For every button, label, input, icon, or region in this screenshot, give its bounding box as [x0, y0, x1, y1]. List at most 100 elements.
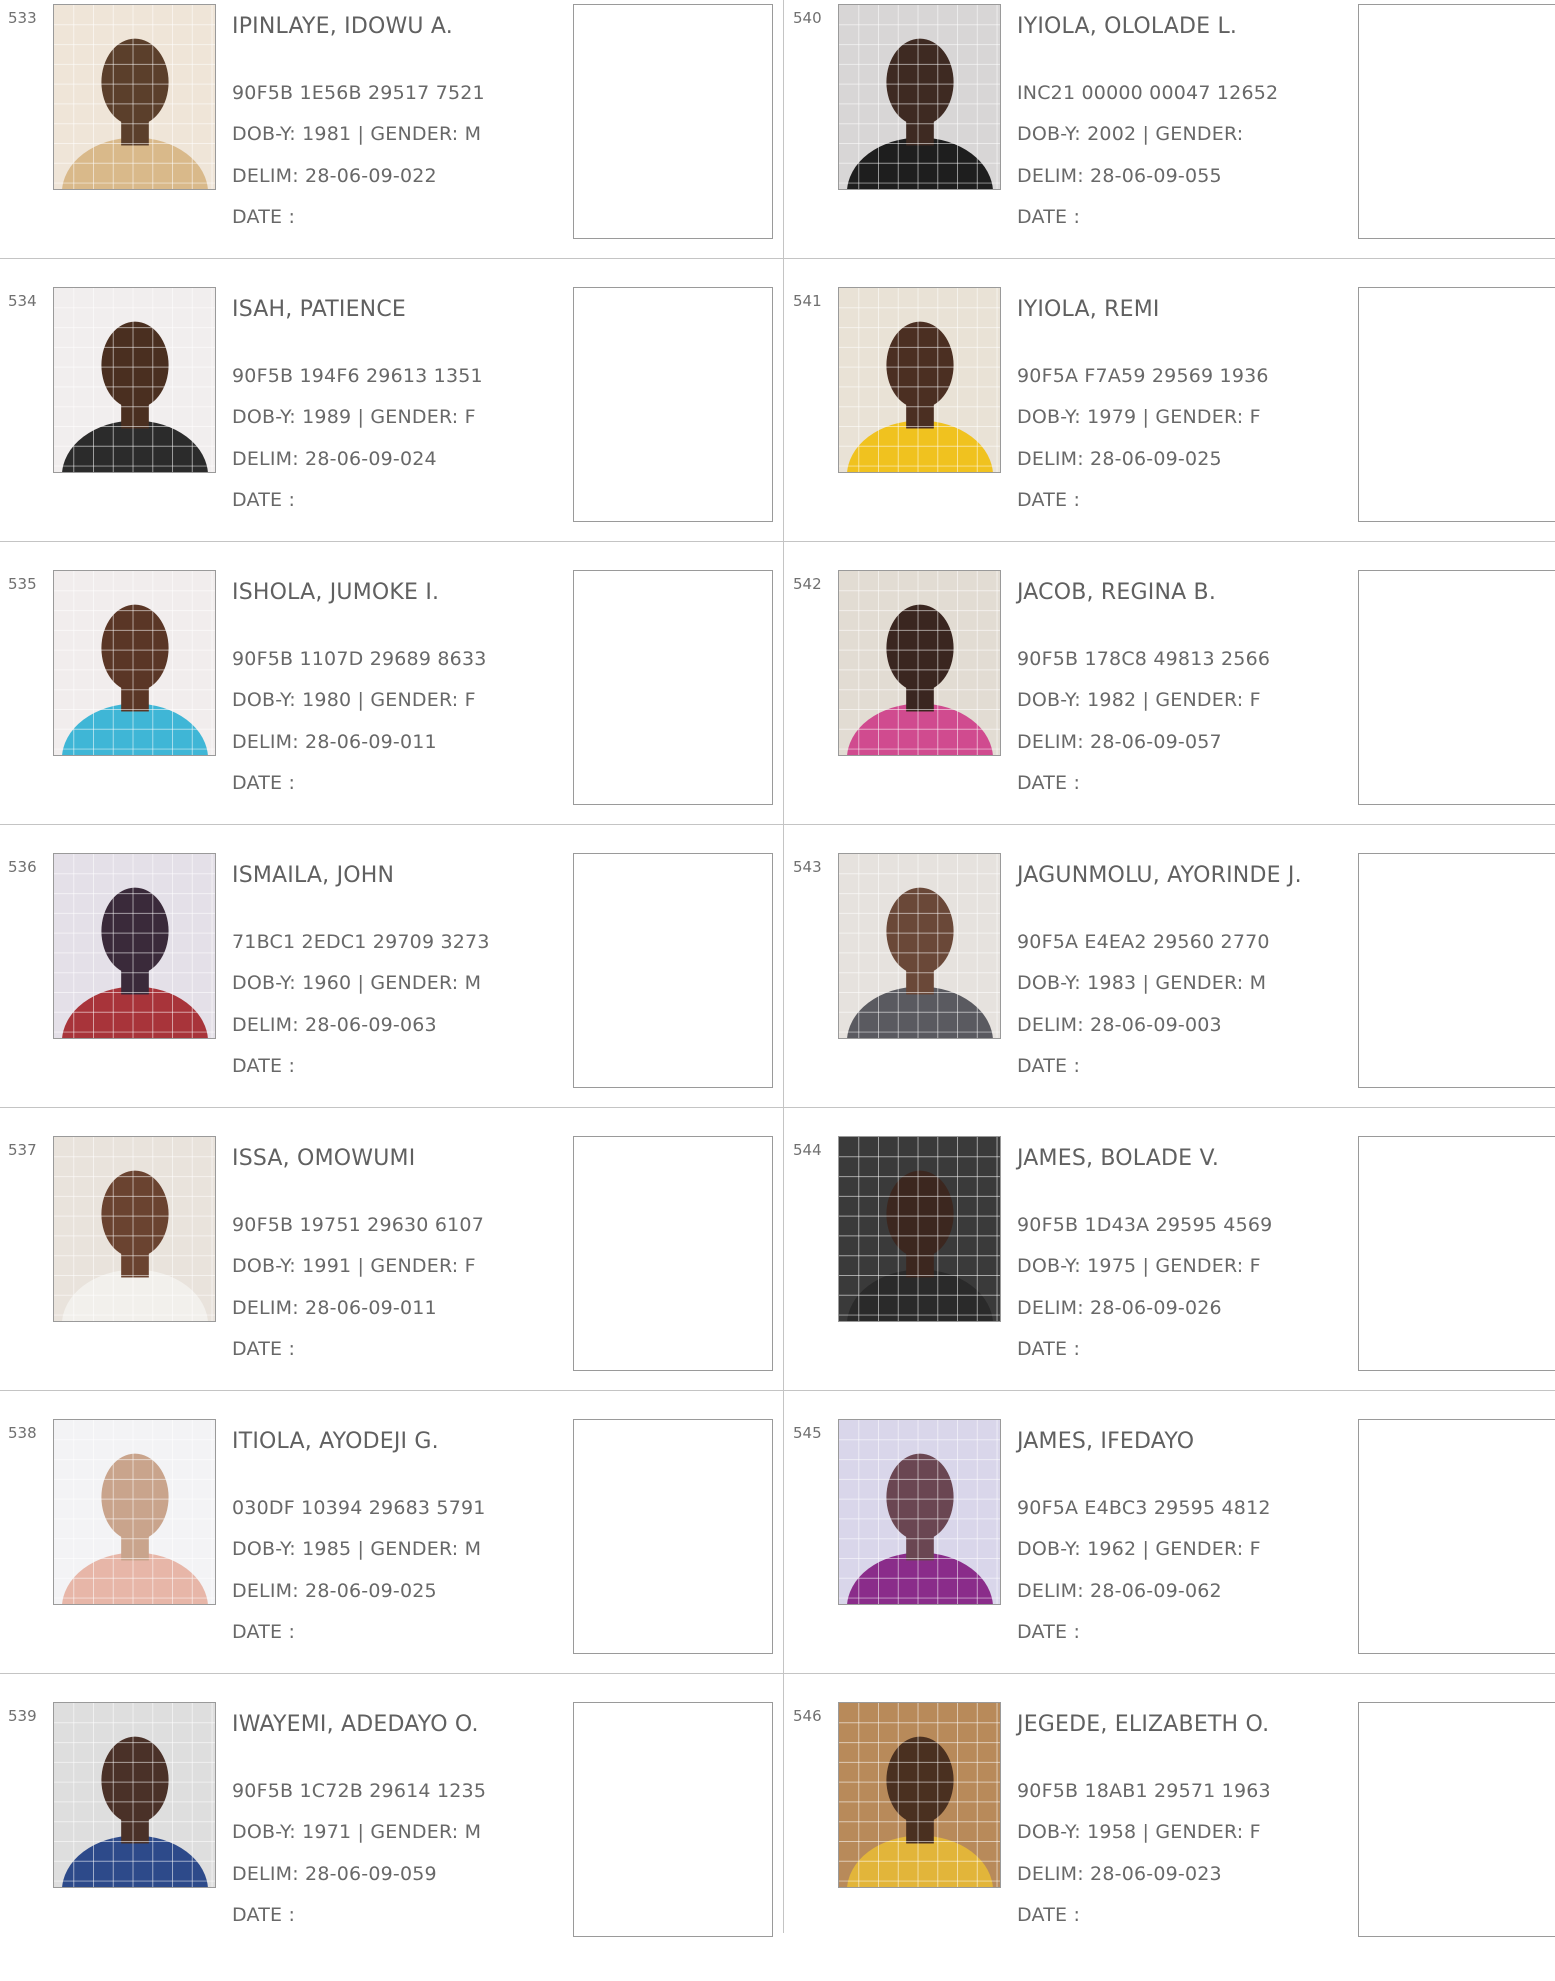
date-label: DATE : — [1017, 1055, 1081, 1077]
thumbprint-box — [1358, 853, 1555, 1088]
voter-entry: 544 JAMES, BOLADE V. 90F5B 1D43A 29595 456… — [785, 1132, 1555, 1415]
portrait-image — [839, 1137, 1000, 1321]
date-label: DATE : — [232, 489, 296, 511]
portrait-image — [839, 288, 1000, 472]
voter-entry: 533 IPINLAYE, IDOWU A. 90F5B 1E56B 29517 7… — [0, 0, 782, 283]
thumbprint-box — [1358, 1702, 1555, 1937]
serial-number: 545 — [793, 1424, 822, 1442]
dob-gender: DOB-Y: 1975 | GENDER: F — [1017, 1255, 1261, 1277]
delimitation-code: DELIM: 28-06-09-025 — [1017, 448, 1222, 470]
voter-entry: 539 IWAYEMI, ADEDAYO O. 90F5B 1C72B 29614 … — [0, 1698, 782, 1981]
voter-name: JAMES, BOLADE V. — [1017, 1146, 1220, 1171]
delimitation-code: DELIM: 28-06-09-003 — [1017, 1014, 1222, 1036]
voter-entry: 538 ITIOLA, AYODEJI G. 030DF 10394 29683 5… — [0, 1415, 782, 1698]
portrait-image — [54, 571, 215, 755]
delimitation-code: DELIM: 28-06-09-024 — [232, 448, 437, 470]
thumbprint-box — [573, 287, 773, 522]
thumbprint-box — [573, 853, 773, 1088]
portrait-image — [54, 1420, 215, 1604]
serial-number: 540 — [793, 9, 822, 27]
portrait-image — [54, 1137, 215, 1321]
voter-name: JAGUNMOLU, AYORINDE J. — [1017, 863, 1302, 888]
portrait-image — [54, 5, 215, 189]
voter-id-number: 90F5B 194F6 29613 1351 — [232, 365, 483, 387]
dob-gender: DOB-Y: 1982 | GENDER: F — [1017, 689, 1261, 711]
thumbprint-box — [573, 570, 773, 805]
voter-entry: 540 IYIOLA, OLOLADE L. INC21 00000 00047 1… — [785, 0, 1555, 283]
thumbprint-box — [573, 1702, 773, 1937]
row-divider — [0, 1390, 1555, 1391]
voter-photo — [838, 853, 1001, 1039]
voter-name: JAMES, IFEDAYO — [1017, 1429, 1195, 1454]
delimitation-code: DELIM: 28-06-09-022 — [232, 165, 437, 187]
date-label: DATE : — [1017, 1904, 1081, 1926]
voter-id-number: 90F5B 1C72B 29614 1235 — [232, 1780, 487, 1802]
thumbprint-box — [1358, 4, 1555, 239]
date-label: DATE : — [1017, 772, 1081, 794]
thumbprint-box — [1358, 1419, 1555, 1654]
voter-name: IWAYEMI, ADEDAYO O. — [232, 1712, 479, 1737]
serial-number: 537 — [8, 1141, 37, 1159]
voter-id-number: 90F5B 19751 29630 6107 — [232, 1214, 484, 1236]
serial-number: 538 — [8, 1424, 37, 1442]
portrait-image — [54, 1703, 215, 1887]
dob-gender: DOB-Y: 1971 | GENDER: M — [232, 1821, 482, 1843]
serial-number: 536 — [8, 858, 37, 876]
portrait-image — [839, 854, 1000, 1038]
date-label: DATE : — [232, 772, 296, 794]
voter-photo — [53, 570, 216, 756]
voter-entry: 537 ISSA, OMOWUMI 90F5B 19751 29630 6107 DO… — [0, 1132, 782, 1415]
delimitation-code: DELIM: 28-06-09-025 — [232, 1580, 437, 1602]
voter-name: ISHOLA, JUMOKE I. — [232, 580, 440, 605]
date-label: DATE : — [232, 1055, 296, 1077]
serial-number: 541 — [793, 292, 822, 310]
voter-entry: 541 IYIOLA, REMI 90F5A F7A59 29569 1936 DOB… — [785, 283, 1555, 566]
dob-gender: DOB-Y: 1989 | GENDER: F — [232, 406, 476, 428]
thumbprint-box — [1358, 287, 1555, 522]
serial-number: 533 — [8, 9, 37, 27]
dob-gender: DOB-Y: 1983 | GENDER: M — [1017, 972, 1267, 994]
voter-name: IPINLAYE, IDOWU A. — [232, 14, 453, 39]
date-label: DATE : — [232, 1338, 296, 1360]
voter-photo — [53, 853, 216, 1039]
voter-name: JACOB, REGINA B. — [1017, 580, 1217, 605]
delimitation-code: DELIM: 28-06-09-026 — [1017, 1297, 1222, 1319]
voter-id-number: INC21 00000 00047 12652 — [1017, 82, 1279, 104]
voter-photo — [838, 1702, 1001, 1888]
voter-entry: 535 ISHOLA, JUMOKE I. 90F5B 1107D 29689 86… — [0, 566, 782, 849]
voter-id-number: 90F5A E4EA2 29560 2770 — [1017, 931, 1270, 953]
voter-name: ISSA, OMOWUMI — [232, 1146, 416, 1171]
thumbprint-box — [1358, 570, 1555, 805]
dob-gender: DOB-Y: 1962 | GENDER: F — [1017, 1538, 1261, 1560]
voter-name: IYIOLA, OLOLADE L. — [1017, 14, 1238, 39]
voter-photo — [53, 1136, 216, 1322]
dob-gender: DOB-Y: 1981 | GENDER: M — [232, 123, 482, 145]
portrait-image — [54, 854, 215, 1038]
row-divider — [0, 541, 1555, 542]
delimitation-code: DELIM: 28-06-09-057 — [1017, 731, 1222, 753]
date-label: DATE : — [1017, 1621, 1081, 1643]
voter-id-number: 90F5A E4BC3 29595 4812 — [1017, 1497, 1271, 1519]
voter-name: ISMAILA, JOHN — [232, 863, 395, 888]
serial-number: 546 — [793, 1707, 822, 1725]
thumbprint-box — [573, 1136, 773, 1371]
voter-id-number: 90F5B 1E56B 29517 7521 — [232, 82, 485, 104]
thumbprint-box — [1358, 1136, 1555, 1371]
thumbprint-box — [573, 1419, 773, 1654]
dob-gender: DOB-Y: 1979 | GENDER: F — [1017, 406, 1261, 428]
delimitation-code: DELIM: 28-06-09-023 — [1017, 1863, 1222, 1885]
portrait-image — [839, 571, 1000, 755]
serial-number: 543 — [793, 858, 822, 876]
voter-roster-page: 533 IPINLAYE, IDOWU A. 90F5B 1E56B 29517 7… — [0, 0, 1555, 1937]
voter-name: ISAH, PATIENCE — [232, 297, 406, 322]
voter-entry: 546 JEGEDE, ELIZABETH O. 90F5B 18AB1 29571… — [785, 1698, 1555, 1981]
serial-number: 534 — [8, 292, 37, 310]
delimitation-code: DELIM: 28-06-09-011 — [232, 731, 437, 753]
voter-name: IYIOLA, REMI — [1017, 297, 1160, 322]
voter-photo — [53, 4, 216, 190]
dob-gender: DOB-Y: 1991 | GENDER: F — [232, 1255, 476, 1277]
serial-number: 544 — [793, 1141, 822, 1159]
serial-number: 542 — [793, 575, 822, 593]
portrait-image — [839, 5, 1000, 189]
voter-entry: 534 ISAH, PATIENCE 90F5B 194F6 29613 1351 D… — [0, 283, 782, 566]
